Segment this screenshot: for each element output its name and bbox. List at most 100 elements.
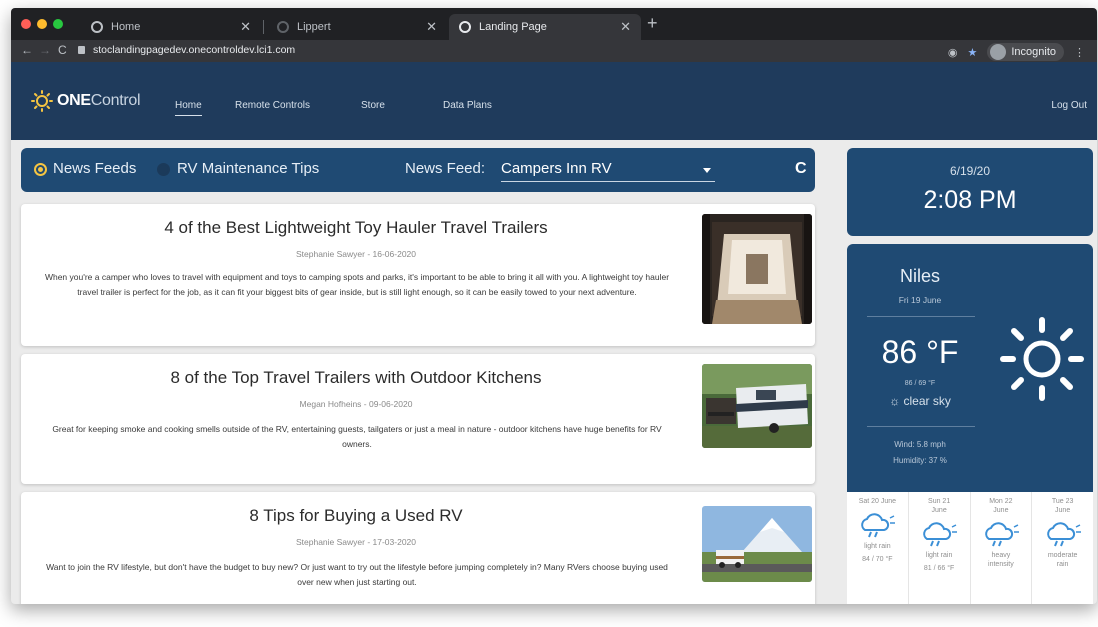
forecast-condition: light rain bbox=[925, 552, 953, 559]
weather-humidity: Humidity: 37 % bbox=[893, 456, 947, 465]
sun-small-icon: ☼ bbox=[889, 394, 904, 408]
article-summary: Great for keeping smoke and cooking smel… bbox=[52, 424, 662, 449]
rain-cloud-icon bbox=[1046, 522, 1081, 547]
rain-cloud-icon bbox=[985, 522, 1019, 547]
address-bar: ← → C stoclandingpagedev.onecontroldev.l… bbox=[11, 40, 1097, 62]
article-card[interactable]: 8 Tips for Buying a Used RV Stephanie Sa… bbox=[21, 492, 815, 604]
url-field[interactable]: stoclandingpagedev.onecontroldev.lci1.co… bbox=[93, 44, 295, 56]
forecast-condition: light rain bbox=[864, 543, 891, 550]
news-feed-value: Campers Inn RV bbox=[501, 160, 612, 177]
incognito-avatar-icon bbox=[990, 44, 1007, 60]
current-date: 6/19/20 bbox=[949, 164, 991, 178]
article-meta: Stephanie Sawyer - 16-06-2020 bbox=[295, 249, 417, 259]
globe-icon bbox=[459, 21, 471, 33]
logo-text: ONEControl bbox=[57, 92, 141, 109]
window-controls bbox=[21, 19, 63, 29]
weather-card: Niles Fri 19 June 86 °F 86 / 69 °F ☼ cle… bbox=[847, 244, 1093, 604]
reload-icon[interactable]: C bbox=[58, 43, 67, 57]
minimize-window-button[interactable] bbox=[37, 19, 47, 29]
rain-cloud-icon bbox=[861, 513, 896, 538]
nav-data-plans[interactable]: Data Plans bbox=[443, 100, 492, 111]
forecast-date: Tue 23 June bbox=[1051, 498, 1074, 514]
tab-lippert[interactable]: Lippert ✕ bbox=[267, 14, 447, 40]
close-tab-icon[interactable]: ✕ bbox=[240, 19, 251, 35]
new-tab-button[interactable]: + bbox=[647, 13, 658, 34]
article-title[interactable]: 8 Tips for Buying a Used RV bbox=[21, 506, 691, 526]
globe-icon bbox=[91, 21, 103, 33]
article-summary: When you're a camper who loves to travel… bbox=[44, 272, 670, 297]
tab-home[interactable]: Home ✕ bbox=[81, 14, 261, 40]
weather-divider bbox=[867, 426, 975, 427]
bookmark-star-icon[interactable]: ★ bbox=[967, 46, 977, 59]
weather-temp-range: 86 / 69 °F bbox=[904, 380, 936, 387]
toy-hauler-image[interactable] bbox=[702, 214, 812, 324]
browser-actions: ◉ ★ Incognito ⋮ bbox=[948, 43, 1085, 61]
news-feeds-label[interactable]: News Feeds bbox=[53, 160, 136, 177]
forecast-date: Sat 20 June bbox=[858, 498, 897, 505]
loading-icon bbox=[277, 21, 289, 33]
incognito-badge[interactable]: Incognito bbox=[987, 43, 1064, 61]
current-time: 2:08 PM bbox=[923, 186, 1017, 214]
close-tab-icon[interactable]: ✕ bbox=[426, 19, 437, 35]
sun-icon bbox=[1000, 317, 1084, 401]
forecast-condition: moderate rain bbox=[1047, 552, 1078, 568]
dropdown-caret-icon bbox=[703, 168, 711, 173]
rain-cloud-icon bbox=[923, 522, 958, 547]
tab-title: Lippert bbox=[297, 21, 331, 33]
lock-icon bbox=[78, 46, 85, 54]
weather-divider bbox=[867, 316, 975, 317]
nav-remote-controls[interactable]: Remote Controls bbox=[235, 100, 310, 111]
refresh-icon[interactable]: C bbox=[795, 160, 807, 178]
back-arrow-icon[interactable]: ← bbox=[21, 43, 33, 57]
article-meta: Megan Hofheins - 09-06-2020 bbox=[299, 399, 413, 409]
article-card[interactable]: 4 of the Best Lightweight Toy Hauler Tra… bbox=[21, 204, 815, 346]
forecast-day: Tue 23 June moderate rain bbox=[1032, 492, 1093, 604]
maintenance-tips-label[interactable]: RV Maintenance Tips bbox=[177, 160, 319, 177]
maximize-window-button[interactable] bbox=[53, 19, 63, 29]
sun-logo-icon bbox=[31, 90, 53, 112]
nav-store[interactable]: Store bbox=[361, 100, 385, 111]
article-summary: Want to join the RV lifestyle, but don't… bbox=[46, 562, 668, 587]
logout-link[interactable]: Log Out bbox=[1051, 100, 1087, 111]
article-title[interactable]: 8 of the Top Travel Trailers with Outdoo… bbox=[21, 368, 691, 388]
feed-selector-bar: News Feeds RV Maintenance Tips News Feed… bbox=[21, 148, 815, 192]
weather-wind: Wind: 5.8 mph bbox=[894, 440, 946, 449]
forecast-day: Mon 22 June heavy intensity bbox=[971, 492, 1033, 604]
forward-arrow-icon[interactable]: → bbox=[39, 43, 51, 57]
app-header: ONEControl Home Remote Controls Store Da… bbox=[11, 62, 1097, 140]
travel-trailer-image[interactable] bbox=[702, 364, 812, 448]
clock-card: 6/19/20 2:08 PM bbox=[847, 148, 1093, 236]
location-icon[interactable]: ◉ bbox=[948, 46, 958, 59]
forecast-date: Sun 21 June bbox=[928, 498, 951, 514]
article-title[interactable]: 4 of the Best Lightweight Toy Hauler Tra… bbox=[21, 218, 691, 238]
onecontrol-logo[interactable]: ONEControl bbox=[31, 90, 141, 112]
forecast-day: Sat 20 June light rain 84 / 70 °F bbox=[847, 492, 909, 604]
nav-home[interactable]: Home bbox=[175, 100, 202, 116]
weather-condition: ☼ clear sky bbox=[889, 394, 951, 408]
forecast-day: Sun 21 June light rain 81 / 66 °F bbox=[909, 492, 971, 604]
forecast-strip: Sat 20 June light rain 84 / 70 °F Sun 21… bbox=[847, 492, 1093, 604]
tab-divider bbox=[263, 20, 264, 34]
weather-city: Niles bbox=[899, 266, 940, 286]
forecast-temps: 84 / 70 °F bbox=[862, 556, 893, 563]
close-window-button[interactable] bbox=[21, 19, 31, 29]
weather-date: Fri 19 June bbox=[898, 295, 942, 305]
browser-window: Home ✕ Lippert ✕ Landing Page ✕ + ← → C … bbox=[11, 8, 1097, 604]
tab-title: Landing Page bbox=[479, 21, 547, 33]
news-feed-label: News Feed: bbox=[405, 160, 486, 177]
weather-temperature: 86 °F bbox=[881, 334, 959, 370]
article-card[interactable]: 8 of the Top Travel Trailers with Outdoo… bbox=[21, 354, 815, 484]
close-tab-icon[interactable]: ✕ bbox=[620, 19, 631, 35]
browser-menu-icon[interactable]: ⋮ bbox=[1074, 46, 1085, 59]
incognito-label: Incognito bbox=[1011, 46, 1056, 58]
radio-maintenance-tips[interactable] bbox=[157, 163, 170, 176]
radio-news-feeds[interactable] bbox=[34, 163, 47, 176]
forecast-date: Mon 22 June bbox=[989, 498, 1013, 514]
article-meta: Stephanie Sawyer - 17-03-2020 bbox=[295, 537, 417, 547]
news-feed-select[interactable]: Campers Inn RV bbox=[501, 158, 715, 182]
tab-strip: Home ✕ Lippert ✕ Landing Page ✕ + bbox=[11, 8, 1097, 40]
tab-title: Home bbox=[111, 21, 141, 33]
used-rv-image[interactable] bbox=[702, 506, 812, 582]
forecast-temps: 81 / 66 °F bbox=[923, 565, 955, 572]
tab-landing-page[interactable]: Landing Page ✕ bbox=[449, 14, 641, 40]
